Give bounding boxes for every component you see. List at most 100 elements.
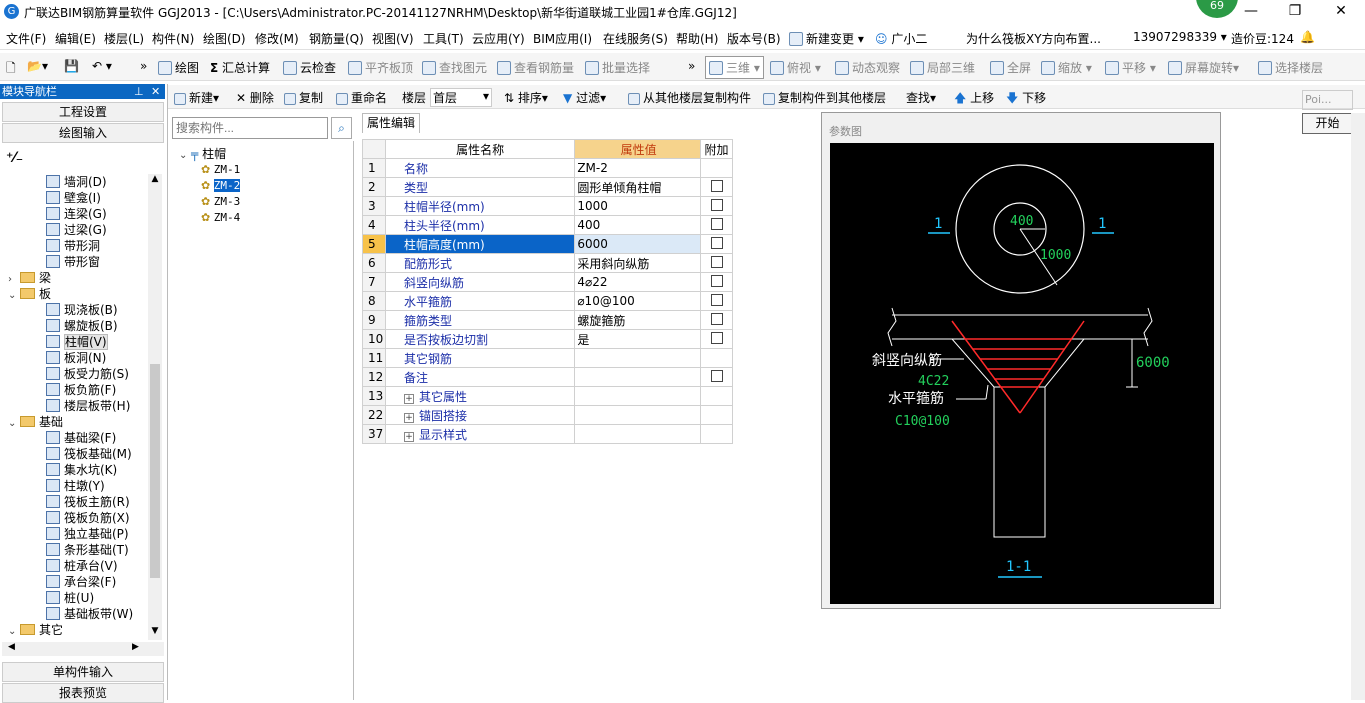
property-value[interactable] [574, 348, 702, 368]
orbit-button[interactable]: 动态观察 [835, 59, 900, 76]
fullscreen-button[interactable]: 全屏 [990, 59, 1031, 76]
scroll-down-icon[interactable]: ▼ [148, 626, 162, 640]
menu-file[interactable]: 文件(F) [6, 30, 46, 47]
property-group-row[interactable]: 22 + 锚固搭接 [362, 405, 733, 425]
property-row[interactable]: 12 备注 [362, 367, 733, 387]
more-chevron-icon[interactable]: » [140, 59, 147, 73]
find-button[interactable]: 查找▾ [906, 89, 936, 106]
menu-component[interactable]: 构件(N) [152, 30, 194, 47]
expand-plus-icon[interactable]: + [403, 431, 414, 442]
property-value[interactable]: ZM-2 [574, 158, 702, 178]
extra-checkbox[interactable] [710, 255, 723, 268]
nav-item[interactable]: 柱墩(Y) [46, 478, 105, 494]
menu-version[interactable]: 版本号(B) [727, 30, 781, 47]
copy-from-floor-button[interactable]: 从其他楼层复制构件 [628, 89, 751, 106]
user-account[interactable]: 13907298339 ▾ [1133, 30, 1227, 44]
view-rebar-button[interactable]: 查看钢筋量 [497, 59, 574, 76]
nav-item[interactable]: 柱帽(V) [46, 334, 108, 350]
minimize-icon[interactable]: — [1236, 2, 1266, 20]
menu-edit[interactable]: 编辑(E) [55, 30, 96, 47]
property-value[interactable] [574, 367, 702, 387]
nav-item[interactable]: 桩承台(V) [46, 558, 118, 574]
menu-draw[interactable]: 绘图(D) [203, 30, 246, 47]
property-value[interactable]: 1000 [574, 196, 702, 216]
menu-modify[interactable]: 修改(M) [255, 30, 299, 47]
search-icon[interactable]: ⌕ [331, 117, 352, 139]
menu-rebar[interactable]: 钢筋量(Q) [309, 30, 364, 47]
summary-calc-button[interactable]: Σ 汇总计算 [210, 59, 270, 76]
save-icon[interactable]: 💾 [64, 59, 79, 73]
property-group-name[interactable]: + 其它属性 [384, 386, 576, 406]
nav-item[interactable]: 筏板基础(M) [46, 446, 132, 462]
news-link[interactable]: 为什么筏板XY方向布置... [966, 30, 1101, 47]
bell-icon[interactable]: 🔔 [1300, 30, 1315, 44]
nav-hscrollbar[interactable]: ◀ ▶ [2, 642, 164, 656]
tab-property-edit[interactable]: 属性编辑 [362, 113, 420, 133]
component-search-input[interactable] [172, 117, 328, 139]
filter-button[interactable]: ▼ 过滤▾ [563, 89, 606, 106]
restore-icon[interactable]: ❐ [1280, 2, 1310, 20]
property-row[interactable]: 3 柱帽半径(mm) 1000 [362, 196, 733, 216]
menu-online[interactable]: 在线服务(S) [603, 30, 668, 47]
menu-view[interactable]: 视图(V) [372, 30, 414, 47]
rename-button[interactable]: 重命名 [336, 89, 387, 106]
property-value[interactable]: 4⌀22 [574, 272, 702, 292]
nav-folder[interactable]: ⌄ 其它 [8, 622, 63, 638]
nav-item[interactable]: 筏板主筋(R) [46, 494, 130, 510]
chevron-down-icon[interactable]: ⌄ [8, 624, 20, 640]
close-panel-icon[interactable]: ✕ [151, 84, 160, 99]
property-row[interactable]: 5 柱帽高度(mm) 6000 [362, 234, 733, 254]
property-value[interactable]: 6000 [574, 234, 702, 254]
move-up-button[interactable]: 🡅 上移 [954, 89, 994, 110]
nav-folder[interactable]: ⌄ 板 [8, 286, 51, 302]
extra-checkbox[interactable] [710, 369, 723, 382]
nav-item[interactable]: 连梁(G) [46, 206, 107, 222]
menu-help[interactable]: 帮助(H) [676, 30, 718, 47]
nav-folder[interactable]: ⌄ 基础 [8, 414, 63, 430]
project-setup-button[interactable]: 工程设置 [2, 102, 164, 122]
draw-input-button[interactable]: 绘图输入 [2, 123, 164, 143]
extra-checkbox[interactable] [710, 293, 723, 306]
property-row[interactable]: 7 斜竖向纵筋 4⌀22 [362, 272, 733, 292]
menu-tools[interactable]: 工具(T) [423, 30, 464, 47]
nav-item[interactable]: 现浇板(B) [46, 302, 118, 318]
property-row[interactable]: 6 配筋形式 采用斜向纵筋 [362, 253, 733, 273]
floor-select[interactable]: 首层 ▾ [430, 88, 492, 107]
nav-item[interactable]: 筏板负筋(X) [46, 510, 130, 526]
menu-bim[interactable]: BIM应用(I) [533, 30, 592, 47]
undo-icon[interactable]: ↶ ▾ [92, 59, 112, 73]
extra-checkbox[interactable] [710, 217, 723, 230]
notification-badge[interactable]: 69 [1196, 0, 1238, 18]
extra-checkbox[interactable] [710, 312, 723, 325]
expand-plus-icon[interactable]: + [403, 393, 414, 404]
scroll-up-icon[interactable]: ▲ [148, 174, 162, 188]
select-floor-button[interactable]: 选择楼层 [1258, 59, 1323, 76]
nav-item[interactable]: 墙洞(D) [46, 174, 107, 190]
more-chevron-icon[interactable]: » [688, 59, 695, 73]
extra-checkbox[interactable] [710, 331, 723, 344]
extra-checkbox[interactable] [710, 179, 723, 192]
property-group-name[interactable]: + 锚固搭接 [384, 405, 576, 425]
sort-button[interactable]: ⇅ 排序▾ [504, 89, 548, 106]
extra-checkbox[interactable] [710, 236, 723, 249]
nav-item[interactable]: 板洞(N) [46, 350, 106, 366]
nav-item[interactable]: 承台梁(F) [46, 574, 116, 590]
find-element-button[interactable]: 查找图元 [422, 59, 487, 76]
nav-item[interactable]: 基础梁(F) [46, 430, 116, 446]
property-row[interactable]: 8 水平箍筋 ⌀10@100 [362, 291, 733, 311]
copy-button[interactable]: 复制 [284, 89, 323, 106]
single-component-button[interactable]: 单构件输入 [2, 662, 164, 682]
zoom-button[interactable]: 缩放 ▾ [1041, 59, 1092, 76]
expand-all-icon[interactable]: ⁺⁄₋ [6, 150, 23, 166]
nav-item[interactable]: 螺旋板(B) [46, 318, 118, 334]
report-preview-button[interactable]: 报表预览 [2, 683, 164, 703]
property-group-row[interactable]: 13 + 其它属性 [362, 386, 733, 406]
property-row[interactable]: 4 柱头半径(mm) 400 [362, 215, 733, 235]
extra-checkbox[interactable] [710, 274, 723, 287]
property-group-row[interactable]: 37 + 显示样式 [362, 424, 733, 444]
chevron-down-icon[interactable]: ⌄ [8, 416, 20, 432]
menu-floor[interactable]: 楼层(L) [104, 30, 144, 47]
nav-item[interactable]: 带形窗 [46, 254, 100, 270]
menu-cloud[interactable]: 云应用(Y) [472, 30, 525, 47]
pan-button[interactable]: 平移 ▾ [1105, 59, 1156, 76]
